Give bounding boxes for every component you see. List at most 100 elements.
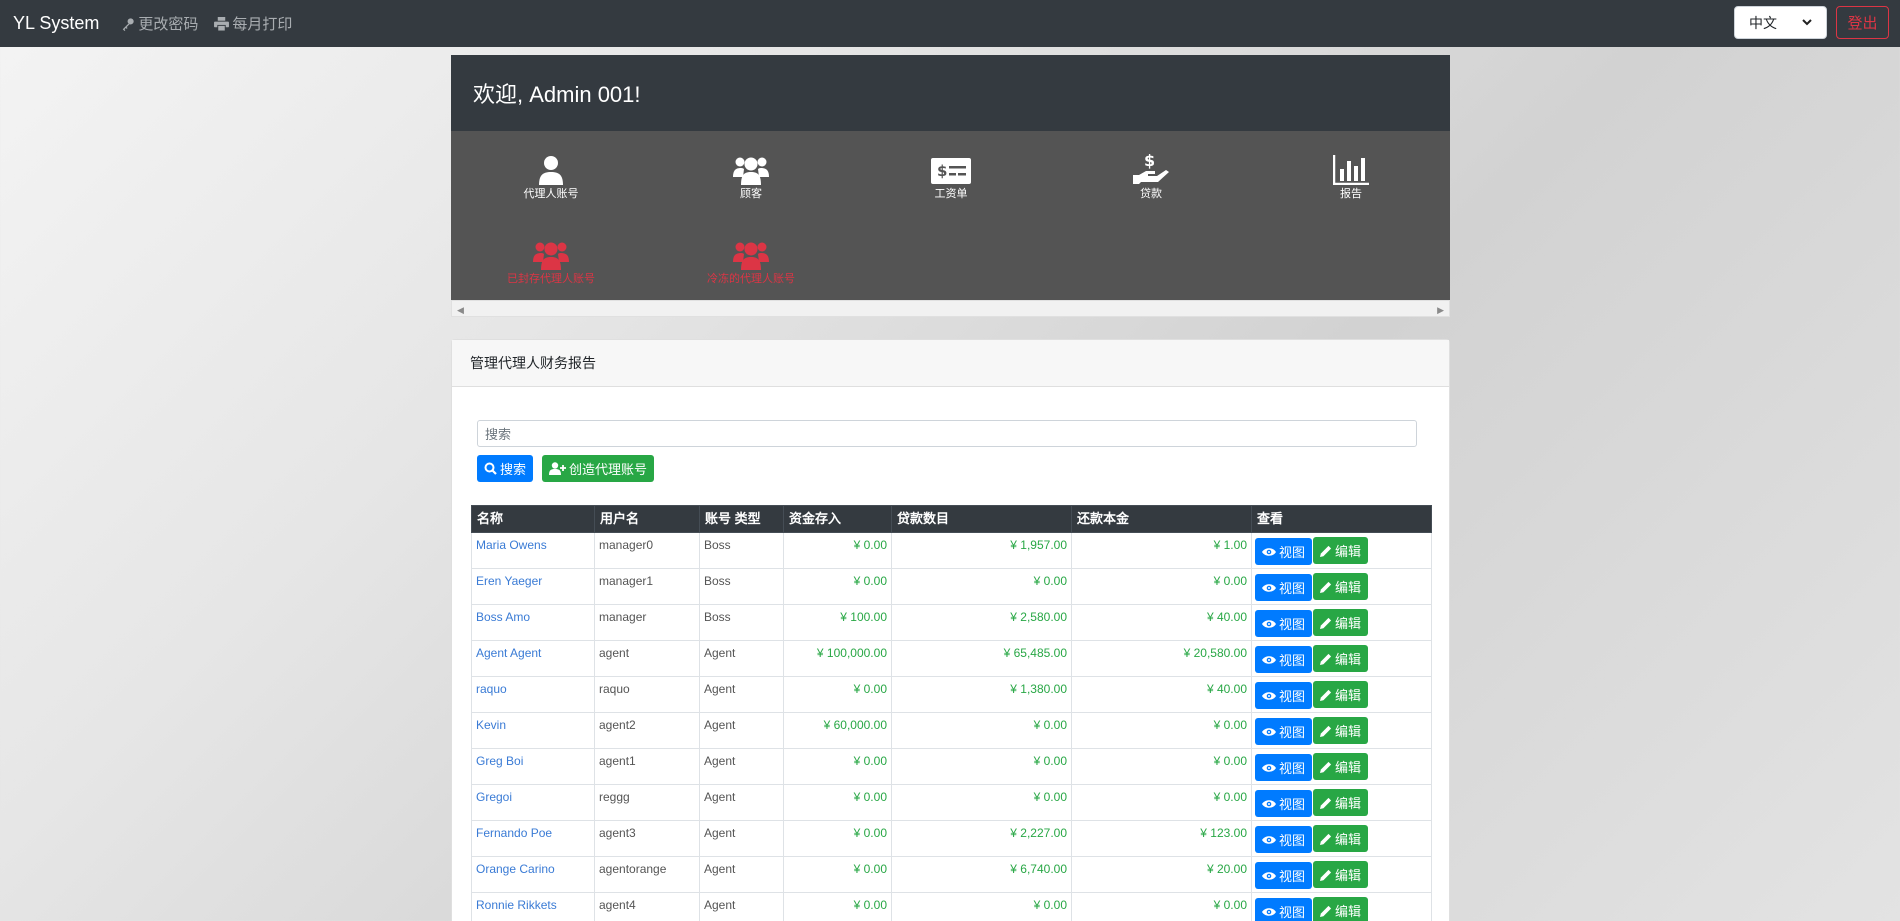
- account-type-cell: Agent: [699, 640, 784, 677]
- view-button[interactable]: 视图: [1255, 898, 1313, 921]
- top-navbar: YL System 更改密码 每月打印: [0, 0, 1900, 47]
- pencil-icon: [1320, 905, 1332, 917]
- monthly-print-label: 每月打印: [232, 16, 293, 33]
- view-button[interactable]: 视图: [1255, 538, 1313, 565]
- edit-button[interactable]: 编辑: [1313, 861, 1369, 888]
- deposit-cell: ¥ 0.00: [783, 676, 892, 713]
- tile-payroll[interactable]: $ 工资单: [851, 151, 1051, 211]
- scroll-left-arrow-icon[interactable]: ◀: [457, 305, 464, 316]
- agents-table: 名称 用户名 账号 类型 资金存入 贷款数目 还款本金 查看 Maria Owe…: [471, 505, 1432, 921]
- account-type-cell: Agent: [699, 820, 784, 857]
- tile-archived-agents[interactable]: 已封存代理人账号: [451, 236, 651, 296]
- deposit-cell: ¥ 0.00: [783, 856, 892, 893]
- deposit-cell: ¥ 100,000.00: [783, 640, 892, 677]
- principal-cell: ¥ 0.00: [1071, 712, 1252, 749]
- view-button[interactable]: 视图: [1255, 754, 1313, 781]
- users-icon: [733, 157, 769, 185]
- view-button[interactable]: 视图: [1255, 574, 1313, 601]
- scroll-right-arrow-icon[interactable]: ▶: [1437, 305, 1444, 316]
- loan-cell: ¥ 65,485.00: [891, 640, 1072, 677]
- table-row: raquo raquo Agent ¥ 0.00 ¥ 1,380.00 ¥ 40.00 视…: [471, 676, 1432, 713]
- agent-name-link[interactable]: Kevin: [471, 712, 595, 749]
- edit-button-label: 编辑: [1335, 760, 1362, 775]
- monthly-print-link[interactable]: 每月打印: [214, 13, 292, 34]
- tile-agent-accounts[interactable]: 代理人账号: [451, 151, 651, 211]
- loan-cell: ¥ 2,580.00: [891, 604, 1072, 641]
- loan-cell: ¥ 1,380.00: [891, 676, 1072, 713]
- eye-icon: [1262, 583, 1276, 592]
- column-header-principal: 还款本金: [1071, 505, 1252, 533]
- agent-name-link[interactable]: Eren Yaeger: [471, 568, 595, 605]
- view-button-label: 视图: [1279, 869, 1306, 884]
- view-button[interactable]: 视图: [1255, 826, 1313, 853]
- table-row: Eren Yaeger manager1 Boss ¥ 0.00 ¥ 0.00 ¥ 0.0…: [471, 568, 1432, 605]
- agent-name-link[interactable]: Fernando Poe: [471, 820, 595, 857]
- pencil-icon: [1320, 797, 1332, 809]
- language-select[interactable]: 中文: [1734, 6, 1827, 39]
- agent-name-link[interactable]: Ronnie Rikkets: [471, 892, 595, 921]
- username-cell: agent: [594, 640, 700, 677]
- actions-cell: 视图 编辑: [1251, 568, 1432, 605]
- tile-customers[interactable]: 顾客: [651, 151, 851, 211]
- eye-icon: [1262, 655, 1276, 664]
- tile-label: 工资单: [934, 188, 968, 200]
- change-password-link[interactable]: 更改密码: [121, 13, 198, 34]
- edit-button[interactable]: 编辑: [1313, 789, 1369, 816]
- edit-button[interactable]: 编辑: [1313, 681, 1369, 708]
- key-icon: [123, 17, 135, 31]
- logout-button[interactable]: 登出: [1836, 6, 1889, 39]
- username-cell: raquo: [594, 676, 700, 713]
- principal-cell: ¥ 0.00: [1071, 784, 1252, 821]
- table-row: Gregoi reggg Agent ¥ 0.00 ¥ 0.00 ¥ 0.00 视图 编辑: [471, 784, 1432, 821]
- actions-cell: 视图 编辑: [1251, 856, 1432, 893]
- view-button[interactable]: 视图: [1255, 862, 1313, 889]
- pencil-icon: [1320, 833, 1332, 845]
- agent-finance-card: 管理代理人财务报告 搜索 搜索 创造代理账号 名称 用户名 账号 类型 资金存入…: [451, 339, 1450, 921]
- tile-reports[interactable]: 报告: [1251, 151, 1451, 211]
- edit-button[interactable]: 编辑: [1313, 753, 1369, 780]
- users-icon: [533, 242, 569, 270]
- agent-name-link[interactable]: Orange Carino: [471, 856, 595, 893]
- pencil-icon: [1320, 689, 1332, 701]
- edit-button[interactable]: 编辑: [1313, 825, 1369, 852]
- tile-loans[interactable]: $ 贷款: [1051, 151, 1251, 211]
- edit-button-label: 编辑: [1335, 724, 1362, 739]
- view-button-label: 视图: [1279, 581, 1306, 596]
- agent-name-link[interactable]: Maria Owens: [471, 532, 595, 569]
- agent-name-link[interactable]: Boss Amo: [471, 604, 595, 641]
- view-button-label: 视图: [1279, 653, 1306, 668]
- account-type-cell: Boss: [699, 604, 784, 641]
- edit-button[interactable]: 编辑: [1313, 717, 1369, 744]
- edit-button[interactable]: 编辑: [1313, 609, 1369, 636]
- agent-name-link[interactable]: Greg Boi: [471, 748, 595, 785]
- column-header-name: 名称: [471, 505, 595, 533]
- view-button[interactable]: 视图: [1255, 646, 1313, 673]
- edit-button[interactable]: 编辑: [1313, 897, 1369, 921]
- pencil-icon: [1320, 653, 1332, 665]
- view-button-label: 视图: [1279, 545, 1306, 560]
- account-type-cell: Boss: [699, 568, 784, 605]
- view-button[interactable]: 视图: [1255, 610, 1313, 637]
- create-agent-button[interactable]: 创造代理账号: [542, 455, 655, 482]
- view-button[interactable]: 视图: [1255, 718, 1313, 745]
- chart-bar-icon: [1333, 155, 1369, 185]
- agent-name-link[interactable]: Agent Agent: [471, 640, 595, 677]
- edit-button[interactable]: 编辑: [1313, 537, 1369, 564]
- actions-cell: 视图 编辑: [1251, 532, 1432, 569]
- agent-name-link[interactable]: raquo: [471, 676, 595, 713]
- actions-cell: 视图 编辑: [1251, 892, 1432, 921]
- username-cell: manager: [594, 604, 700, 641]
- edit-button[interactable]: 编辑: [1313, 645, 1369, 672]
- view-button[interactable]: 视图: [1255, 790, 1313, 817]
- view-button[interactable]: 视图: [1255, 682, 1313, 709]
- tile-frozen-agents[interactable]: 冷冻的代理人账号: [651, 236, 851, 296]
- money-check-icon: $: [931, 158, 971, 184]
- edit-button-label: 编辑: [1335, 688, 1362, 703]
- agent-name-link[interactable]: Gregoi: [471, 784, 595, 821]
- search-input[interactable]: 搜索: [477, 420, 1417, 447]
- search-button[interactable]: 搜索: [477, 455, 534, 482]
- brand-link[interactable]: YL System: [13, 13, 99, 34]
- edit-button[interactable]: 编辑: [1313, 573, 1369, 600]
- horizontal-scrollbar[interactable]: ◀ ▶: [451, 300, 1450, 317]
- actions-cell: 视图 编辑: [1251, 604, 1432, 641]
